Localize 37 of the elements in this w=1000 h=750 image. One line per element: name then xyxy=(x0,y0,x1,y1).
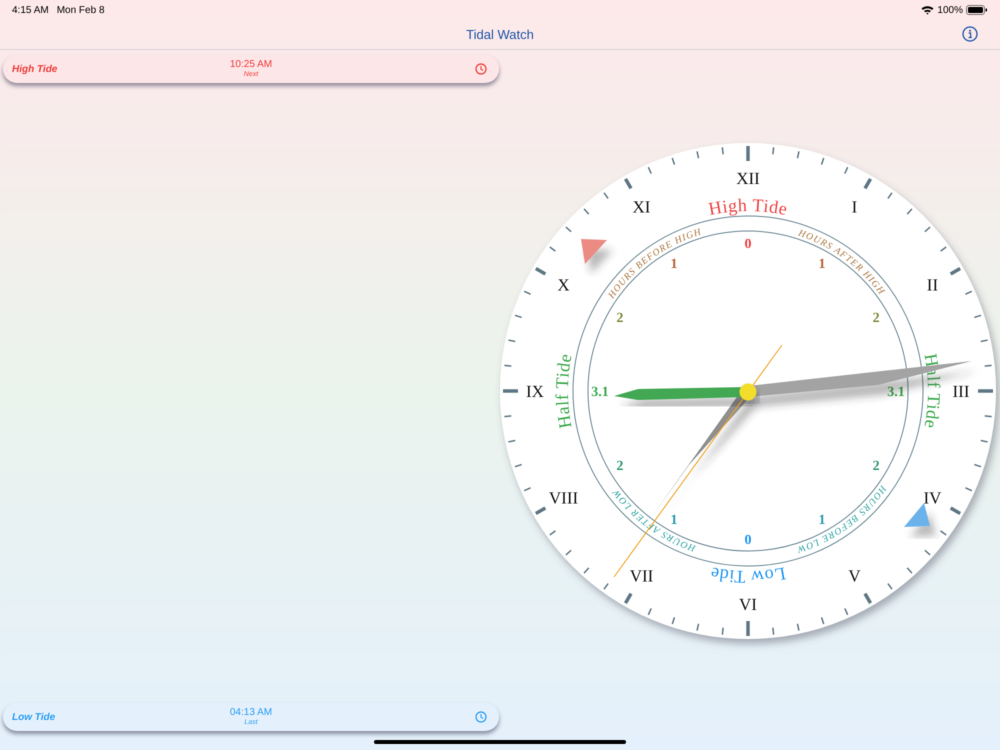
roman-numeral: VII xyxy=(630,566,654,586)
info-button[interactable] xyxy=(962,26,978,42)
roman-numeral: VIII xyxy=(548,488,578,508)
clock-icon xyxy=(475,63,487,75)
hour-scale-number: 3.1 xyxy=(887,385,905,400)
hour-scale-number: 3.1 xyxy=(591,385,609,400)
battery-percent: 100% xyxy=(937,4,963,18)
roman-numeral: VI xyxy=(739,595,757,614)
tide-time: 10:25 AM xyxy=(230,60,272,70)
status-time: 4:15 AM xyxy=(12,4,49,18)
roman-numeral: XI xyxy=(632,198,650,217)
hour-scale-number: 2 xyxy=(872,311,880,326)
tide-ring-label: High Tide xyxy=(706,194,790,219)
tide-label: Low Tide xyxy=(12,710,56,724)
clock-icon xyxy=(475,711,487,723)
hour-scale-number: 0 xyxy=(744,533,752,548)
high-tide-marker-icon xyxy=(581,239,607,264)
roman-numeral: IX xyxy=(526,382,544,401)
tide-label: High Tide xyxy=(12,62,58,76)
roman-numeral: X xyxy=(557,276,570,294)
status-date: Mon Feb 8 xyxy=(56,4,105,18)
roman-numeral: IV xyxy=(923,488,942,508)
tide-ring-label: Low Tide xyxy=(708,563,788,588)
roman-numeral: III xyxy=(952,382,970,401)
hour-scale-number: 0 xyxy=(744,237,752,252)
roman-numeral: XII xyxy=(736,169,760,188)
hour-scale-number: 2 xyxy=(616,459,624,474)
roman-numeral: II xyxy=(926,276,938,294)
nav-title: Tidal Watch xyxy=(466,26,534,44)
battery-icon xyxy=(966,5,988,15)
hour-scale-number: 2 xyxy=(872,459,880,474)
roman-numeral: V xyxy=(848,566,861,586)
tide-time: 04:13 AM xyxy=(230,708,272,718)
low-tide-marker-icon xyxy=(904,503,930,527)
hour-scale-number: 2 xyxy=(616,311,624,326)
roman-numeral: I xyxy=(852,198,858,217)
wifi-icon xyxy=(921,5,934,15)
